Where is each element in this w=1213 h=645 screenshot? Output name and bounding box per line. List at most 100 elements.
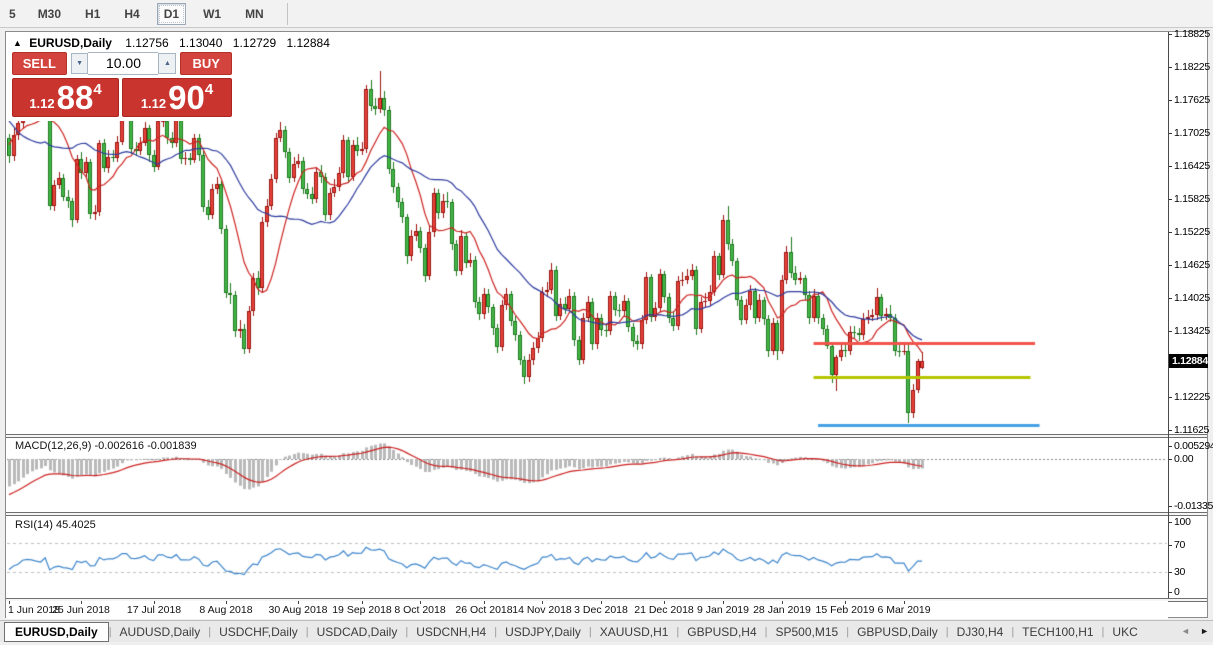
timeframe-button-h4[interactable]: H4 xyxy=(117,3,146,25)
macd-axis-zero: 0.00 xyxy=(1174,453,1193,465)
tab-gbpusd-daily[interactable]: GBPUSD,Daily xyxy=(849,623,946,641)
rsi-axis-label: 70 xyxy=(1174,539,1185,551)
axis-tick xyxy=(1169,100,1172,101)
axis-tick xyxy=(1169,522,1172,523)
one-click-trading-panel: SELL ▼ ▲ BUY 1.12 88 4 1.12 90 4 xyxy=(8,48,234,121)
tab-ukc[interactable]: UKC xyxy=(1104,623,1145,641)
tab-usdcnh-h4[interactable]: USDCNH,H4 xyxy=(408,623,494,641)
timeframe-button-mn[interactable]: MN xyxy=(238,3,271,25)
current-price-tag: 1.12884 xyxy=(1169,354,1208,368)
timeframe-button-h1[interactable]: H1 xyxy=(78,3,107,25)
chevron-down-icon: ▼ xyxy=(76,60,83,67)
volume-increase-button[interactable]: ▲ xyxy=(158,53,176,74)
timeframe-button-m30[interactable]: M30 xyxy=(31,3,68,25)
sell-price-pip: 4 xyxy=(93,81,101,98)
tab-scroll-arrows: ◄ ► xyxy=(1181,622,1209,640)
time-axis-label: 17 Jul 2018 xyxy=(127,604,181,616)
price-axis-label: 1.17025 xyxy=(1174,127,1210,139)
axis-tick xyxy=(1169,430,1172,431)
axis-tick xyxy=(1169,446,1172,447)
axis-tick xyxy=(1169,166,1172,167)
tab-dj30-h4[interactable]: DJ30,H4 xyxy=(949,623,1012,641)
buy-price-prefix: 1.12 xyxy=(141,96,166,111)
time-axis-label: 15 Feb 2019 xyxy=(816,604,875,616)
axis-tick xyxy=(1169,232,1172,233)
pane-divider[interactable] xyxy=(6,512,1207,516)
time-axis-label: 3 Dec 2018 xyxy=(574,604,628,616)
tab-usdcad-daily[interactable]: USDCAD,Daily xyxy=(309,623,406,641)
chart-window: ▲ EURUSD,Daily 1.12756 1.13040 1.12729 1… xyxy=(5,31,1208,618)
time-axis-label: 28 Jan 2019 xyxy=(753,604,811,616)
ohlc-open: 1.12756 xyxy=(125,36,168,50)
axis-tick xyxy=(1169,34,1172,35)
axis-tick xyxy=(1169,397,1172,398)
tab-audusd-daily[interactable]: AUDUSD,Daily xyxy=(112,623,209,641)
price-axis-label: 1.13425 xyxy=(1174,325,1210,337)
chevron-up-icon: ▲ xyxy=(164,60,171,67)
timeframe-toolbar: 5 M30 H1 H4 D1 W1 MN xyxy=(0,0,1213,28)
tab-eurusd-daily[interactable]: EURUSD,Daily xyxy=(4,622,109,642)
buy-button[interactable]: BUY xyxy=(180,52,232,75)
buy-price-box[interactable]: 1.12 90 4 xyxy=(122,78,232,117)
scroll-left-icon[interactable]: ◄ xyxy=(1181,626,1190,636)
ohlc-high: 1.13040 xyxy=(179,36,222,50)
price-axis-label: 1.15225 xyxy=(1174,226,1210,238)
axis-tick xyxy=(1169,133,1172,134)
macd-axis-min: -0.013353 xyxy=(1174,500,1213,512)
rsi-axis-label: 0 xyxy=(1174,586,1180,598)
price-axis-line xyxy=(1168,32,1169,598)
buy-price-big: 90 xyxy=(168,80,205,116)
price-axis-label: 1.12225 xyxy=(1174,391,1210,403)
tab-tech100-h1[interactable]: TECH100,H1 xyxy=(1014,623,1101,641)
axis-tick xyxy=(1169,331,1172,332)
ohlc-low: 1.12729 xyxy=(233,36,276,50)
price-axis-label: 1.17625 xyxy=(1174,94,1210,106)
time-axis-label: 9 Jan 2019 xyxy=(697,604,749,616)
rsi-indicator-label: RSI(14) 45.4025 xyxy=(15,519,96,531)
tab-gbpusd-h4[interactable]: GBPUSD,H4 xyxy=(679,623,764,641)
timeframe-button-w1[interactable]: W1 xyxy=(196,3,228,25)
price-axis-label: 1.15825 xyxy=(1174,193,1210,205)
pane-divider[interactable] xyxy=(6,434,1207,438)
time-axis-label: 6 Mar 2019 xyxy=(877,604,930,616)
sell-price-big: 88 xyxy=(57,80,94,116)
tab-xauusd-h1[interactable]: XAUUSD,H1 xyxy=(592,623,677,641)
tab-sp500-m15[interactable]: SP500,M15 xyxy=(768,623,847,641)
chart-header: ▲ EURUSD,Daily 1.12756 1.13040 1.12729 1… xyxy=(13,36,337,50)
toolbar-separator xyxy=(287,3,288,25)
time-axis-label: 8 Aug 2018 xyxy=(199,604,252,616)
price-axis-label: 1.14025 xyxy=(1174,292,1210,304)
price-axis-label: 1.18825 xyxy=(1174,28,1210,40)
rsi-pane-canvas[interactable] xyxy=(7,516,1169,598)
sell-price-prefix: 1.12 xyxy=(29,96,54,111)
timeframe-button-5[interactable]: 5 xyxy=(2,3,23,25)
axis-tick xyxy=(1169,545,1172,546)
volume-input[interactable] xyxy=(88,52,158,75)
time-axis-label: 14 Nov 2018 xyxy=(512,604,572,616)
volume-decrease-button[interactable]: ▼ xyxy=(71,53,89,74)
price-axis-label: 1.18225 xyxy=(1174,61,1210,73)
time-axis[interactable]: 1 Jun 201825 Jun 201817 Jul 20188 Aug 20… xyxy=(6,601,1168,619)
scroll-right-icon[interactable]: ► xyxy=(1200,626,1209,636)
price-axis-label: 1.11625 xyxy=(1174,424,1209,436)
axis-tick xyxy=(1169,572,1172,573)
tab-usdjpy-daily[interactable]: USDJPY,Daily xyxy=(497,623,589,641)
time-axis-label: 25 Jun 2018 xyxy=(52,604,110,616)
time-axis-label: 19 Sep 2018 xyxy=(332,604,392,616)
axis-tick xyxy=(1169,67,1172,68)
sell-button[interactable]: SELL xyxy=(12,52,67,75)
macd-indicator-label: MACD(12,26,9) -0.002616 -0.001839 xyxy=(15,440,197,452)
sell-price-box[interactable]: 1.12 88 4 xyxy=(12,78,119,117)
axis-tick xyxy=(1169,199,1172,200)
rsi-axis-label: 100 xyxy=(1174,516,1191,528)
time-axis-label: 30 Aug 2018 xyxy=(269,604,328,616)
chart-tabs-bar: EURUSD,Daily|AUDUSD,Daily|USDCHF,Daily|U… xyxy=(0,620,1213,642)
rsi-axis-label: 30 xyxy=(1174,566,1185,578)
time-axis-label: 8 Oct 2018 xyxy=(394,604,445,616)
price-axis-label: 1.16425 xyxy=(1174,160,1210,172)
time-axis-label: 21 Dec 2018 xyxy=(634,604,694,616)
price-axis-label: 1.14625 xyxy=(1174,259,1210,271)
tab-usdchf-daily[interactable]: USDCHF,Daily xyxy=(211,623,306,641)
timeframe-button-d1[interactable]: D1 xyxy=(157,3,186,25)
axis-tick xyxy=(1169,265,1172,266)
